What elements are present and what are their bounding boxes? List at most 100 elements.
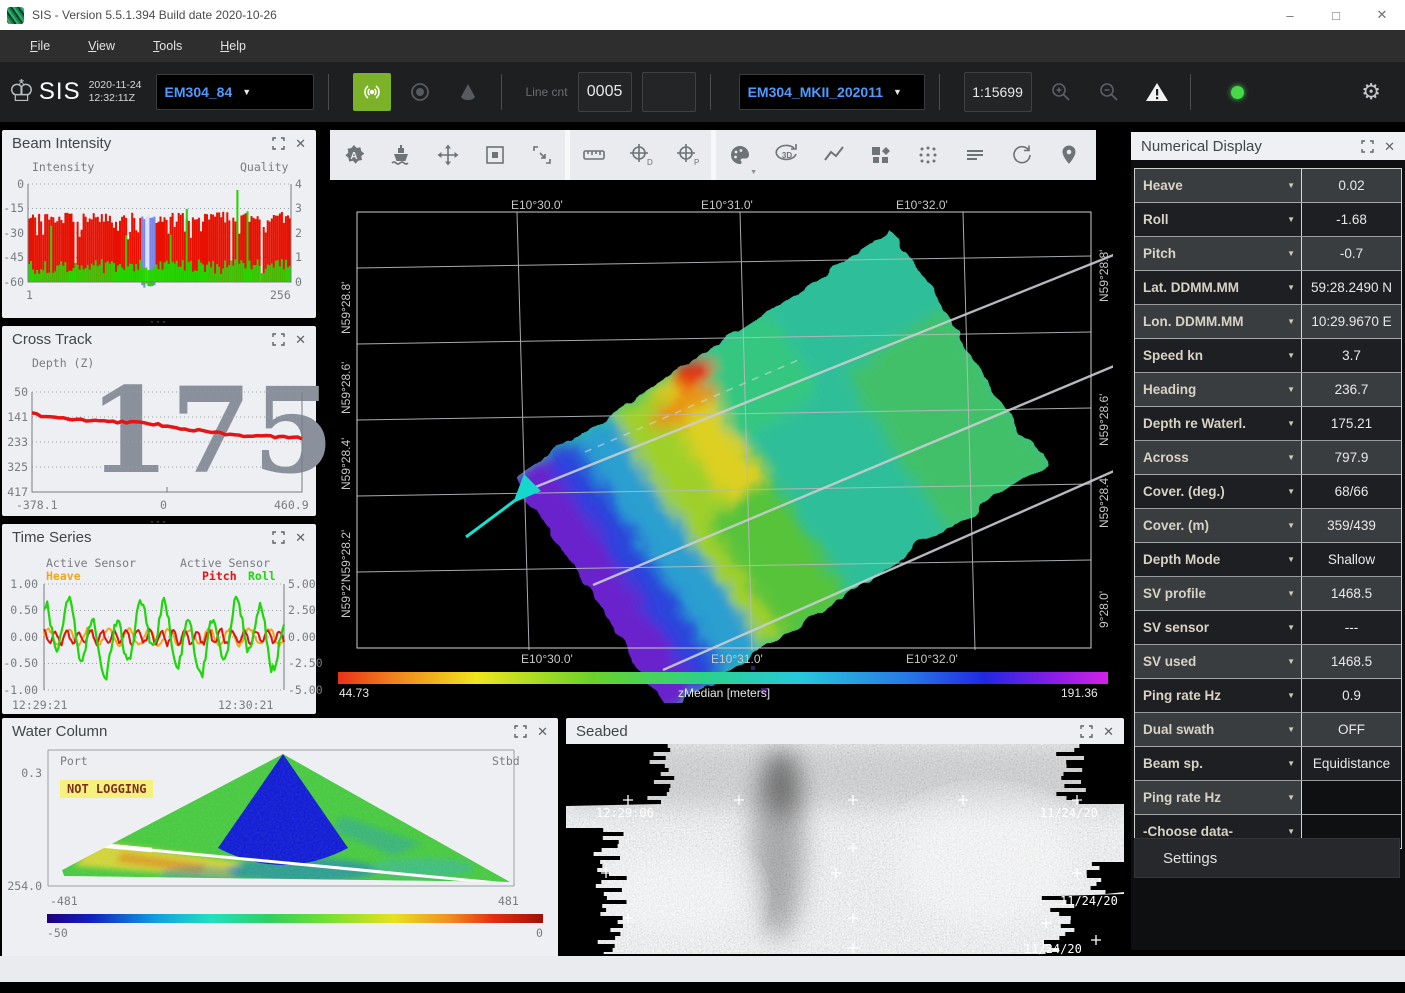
close-panel-icon[interactable]: ✕: [295, 333, 306, 346]
maximize-panel-icon[interactable]: [272, 137, 285, 150]
maximize-panel-icon[interactable]: [1080, 725, 1093, 738]
alerts-button[interactable]: [1138, 73, 1176, 111]
maximize-panel-icon[interactable]: [272, 531, 285, 544]
numerical-row-selector[interactable]: Ping rate Hz ▼: [1135, 781, 1302, 814]
numerical-row-selector[interactable]: Roll ▼: [1135, 203, 1302, 236]
menu-view[interactable]: View: [80, 35, 123, 57]
numerical-row-label: Lon. DDMM.MM: [1143, 314, 1243, 329]
numerical-row-selector[interactable]: Beam sp. ▼: [1135, 747, 1302, 780]
axis-tick: E10°31.0': [701, 198, 753, 212]
line-cnt-field[interactable]: 0005: [578, 72, 632, 112]
axis-tick: -481: [50, 894, 78, 908]
menu-help[interactable]: Help: [212, 35, 254, 57]
axis-tick: -0.50: [2, 656, 38, 670]
line-cnt-label: Line cnt: [526, 85, 568, 99]
numerical-row-value: Shallow: [1302, 543, 1401, 576]
location-pin-button[interactable]: [1045, 130, 1092, 180]
rotate-3d-button[interactable]: 3D: [763, 130, 810, 180]
axis-tick: 0.00: [288, 630, 316, 644]
numerical-row-selector[interactable]: Cover. (m) ▼: [1135, 509, 1302, 542]
close-panel-icon[interactable]: ✕: [537, 725, 548, 738]
chevron-down-icon: ▼: [750, 169, 757, 176]
pu-dropdown[interactable]: EM304_MKII_202011 ▼: [739, 74, 925, 110]
menu-file[interactable]: File: [22, 35, 58, 57]
lines-list-button[interactable]: [951, 130, 998, 180]
maximize-button[interactable]: □: [1313, 0, 1359, 30]
water-column-colorbar: [47, 914, 543, 923]
geo-ref-p-button[interactable]: P: [664, 130, 711, 180]
numerical-row-selector[interactable]: Heading ▼: [1135, 373, 1302, 406]
polyline-icon: [822, 143, 846, 167]
refresh-button[interactable]: [998, 130, 1045, 180]
numerical-row-value: 1468.5: [1302, 645, 1401, 678]
numerical-row-selector[interactable]: Across ▼: [1135, 441, 1302, 474]
scale-field[interactable]: 1:15699: [964, 72, 1032, 112]
numerical-row-value: 1468.5: [1302, 577, 1401, 610]
numerical-row-selector[interactable]: Heave ▼: [1135, 169, 1302, 202]
date-label: 11/24/20: [1040, 806, 1098, 820]
survey-dropdown[interactable]: EM304_84 ▼: [156, 74, 314, 110]
settings-gear-icon[interactable]: ⚙: [1361, 79, 1381, 105]
palette-button[interactable]: ▼: [716, 130, 763, 180]
maximize-panel-icon[interactable]: [514, 725, 527, 738]
beam-intensity-chart: [2, 156, 316, 318]
axis-tick: -378.1: [16, 498, 58, 512]
ship-view-button[interactable]: [377, 130, 424, 180]
numerical-display-panel: Numerical Display ✕ Heave ▼ 0.02 Roll ▼ …: [1131, 132, 1405, 950]
layers-blocks-button[interactable]: [857, 130, 904, 180]
numerical-row-selector[interactable]: SV used ▼: [1135, 645, 1302, 678]
axis-tick: N59°28.6': [339, 362, 353, 414]
geo-ref-d-button[interactable]: D: [617, 130, 664, 180]
chevron-down-icon: ▼: [1287, 691, 1295, 700]
geographical-view[interactable]: E10°30.0' E10°31.0' E10°32.0' E10°30.0' …: [333, 190, 1113, 703]
close-button[interactable]: ✕: [1359, 0, 1405, 30]
axis-tick: -45: [2, 250, 24, 264]
pan-button[interactable]: [424, 130, 471, 180]
zoom-window-button[interactable]: [518, 130, 565, 180]
zoom-out-button[interactable]: [1090, 73, 1128, 111]
zoom-extent-button[interactable]: [471, 130, 518, 180]
close-panel-icon[interactable]: ✕: [295, 137, 306, 150]
numerical-row-selector[interactable]: Speed kn ▼: [1135, 339, 1302, 372]
numerical-row-selector[interactable]: Cover. (deg.) ▼: [1135, 475, 1302, 508]
numerical-row-selector[interactable]: Dual swath ▼: [1135, 713, 1302, 746]
polyline-button[interactable]: [810, 130, 857, 180]
numerical-row-selector[interactable]: SV profile ▼: [1135, 577, 1302, 610]
numerical-row-selector[interactable]: SV sensor ▼: [1135, 611, 1302, 644]
close-panel-icon[interactable]: ✕: [1103, 725, 1114, 738]
maximize-panel-icon[interactable]: [1361, 140, 1374, 153]
pinging-button[interactable]: [353, 73, 391, 111]
maximize-panel-icon[interactable]: [272, 333, 285, 346]
close-panel-icon[interactable]: ✕: [295, 531, 306, 544]
minimize-button[interactable]: –: [1267, 0, 1313, 30]
axis-tick: 325: [2, 460, 28, 474]
panel-title: Seabed: [576, 723, 628, 740]
numerical-row-value: 797.9: [1302, 441, 1401, 474]
chevron-down-icon: ▼: [1287, 317, 1295, 326]
numerical-row-selector[interactable]: Pitch ▼: [1135, 237, 1302, 270]
line-cnt-field-2[interactable]: [642, 72, 696, 112]
numerical-row-selector[interactable]: Lon. DDMM.MM ▼: [1135, 305, 1302, 338]
axis-tick: 417: [2, 485, 28, 499]
numerical-row-label: Heading: [1143, 382, 1196, 397]
logging-button[interactable]: [401, 73, 439, 111]
sound-speed-button[interactable]: [449, 73, 487, 111]
numerical-row-selector[interactable]: Lat. DDMM.MM ▼: [1135, 271, 1302, 304]
point-cloud-button[interactable]: [904, 130, 951, 180]
close-panel-icon[interactable]: ✕: [1384, 140, 1395, 153]
settings-button[interactable]: Settings: [1134, 838, 1400, 878]
zoom-in-button[interactable]: [1042, 73, 1080, 111]
menu-tools[interactable]: Tools: [145, 35, 190, 57]
numerical-row-selector[interactable]: Ping rate Hz ▼: [1135, 679, 1302, 712]
axis-tick: 4: [295, 177, 302, 191]
ruler-button[interactable]: [570, 130, 617, 180]
numerical-row-selector[interactable]: Depth Mode ▼: [1135, 543, 1302, 576]
date-label: 11/24/20: [1024, 942, 1082, 956]
auto-center-button[interactable]: A: [330, 130, 377, 180]
axis-tick: 141: [2, 410, 28, 424]
chevron-down-icon: ▼: [1287, 827, 1295, 836]
numerical-row: Ping rate Hz ▼: [1135, 781, 1401, 815]
numerical-row-selector[interactable]: Depth re Waterl. ▼: [1135, 407, 1302, 440]
chevron-down-icon: ▼: [1287, 419, 1295, 428]
chevron-down-icon: ▼: [1287, 181, 1295, 190]
